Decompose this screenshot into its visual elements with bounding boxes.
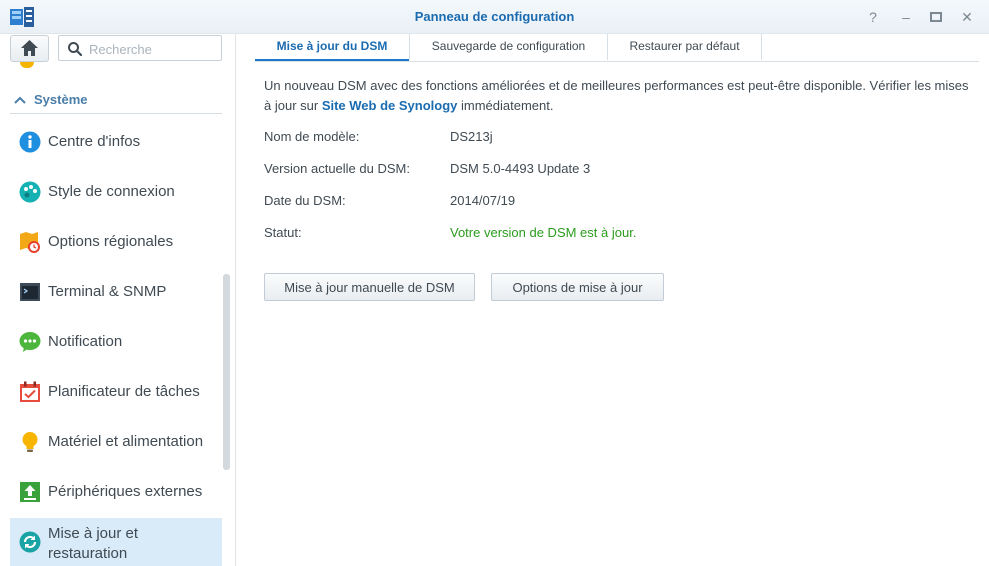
field-value: DS213j (450, 129, 493, 144)
section-divider (10, 113, 222, 114)
tab-sauvegarde-configuration[interactable]: Sauvegarde de configuration (410, 34, 607, 61)
field-status: Statut: Votre version de DSM est à jour. (264, 225, 964, 245)
minimize-icon[interactable]: – (897, 8, 915, 26)
tab-bar: Mise à jour du DSM Sauvegarde de configu… (255, 34, 979, 62)
home-button[interactable] (10, 35, 49, 62)
sidebar-item-centre-infos[interactable]: Centre d'infos (10, 118, 222, 166)
section-header-systeme[interactable]: Système (14, 92, 222, 114)
sidebar-item-notification[interactable]: Notification (10, 318, 222, 366)
field-label: Statut: (264, 225, 302, 240)
close-icon[interactable]: ✕ (958, 8, 976, 26)
section-label: Système (34, 92, 88, 107)
title-bar: Panneau de configuration ? – ✕ (0, 0, 989, 34)
help-icon[interactable]: ? (864, 8, 882, 26)
upload-box-icon (19, 481, 41, 503)
sidebar-item-label: Centre d'infos (48, 133, 141, 150)
window-title: Panneau de configuration (414, 9, 575, 24)
terminal-icon (19, 281, 41, 303)
home-icon (21, 40, 38, 56)
search-icon (67, 41, 83, 60)
sidebar-item-label: Notification (48, 333, 123, 350)
maximize-icon[interactable] (927, 8, 945, 26)
sidebar-item-mise-a-jour-restauration[interactable]: Mise à jour et restauration (10, 518, 222, 566)
sidebar-item-options-regionales[interactable]: Options régionales (10, 218, 222, 266)
sidebar-item-materiel-alimentation[interactable]: Matériel et alimentation (10, 418, 222, 466)
manual-update-button[interactable]: Mise à jour manuelle de DSM (264, 273, 475, 301)
search-input[interactable] (89, 40, 215, 58)
update-intro-text: Un nouveau DSM avec des fonctions amélio… (264, 76, 979, 116)
field-label: Date du DSM: (264, 193, 346, 208)
sidebar-item-terminal-snmp[interactable]: Terminal & SNMP (10, 268, 222, 316)
field-dsm-date: Date du DSM: 2014/07/19 (264, 193, 964, 213)
field-label: Nom de modèle: (264, 129, 360, 144)
field-value: DSM 5.0-4493 Update 3 (450, 161, 591, 176)
field-model-name: Nom de modèle: DS213j (264, 129, 964, 149)
field-label: Version actuelle du DSM: (264, 161, 410, 176)
info-icon (19, 131, 41, 153)
sidebar-item-label: Planificateur de tâches (48, 383, 200, 400)
lightbulb-icon (19, 431, 41, 453)
calendar-check-icon (19, 381, 41, 403)
sidebar-item-label: Style de connexion (48, 183, 175, 200)
chat-bubble-icon (19, 331, 41, 353)
chevron-up-icon (14, 92, 26, 107)
search-field[interactable] (58, 35, 222, 61)
sidebar-item-label: Mise à jour et restauration (48, 525, 139, 562)
status-text: Votre version de DSM est à jour. (450, 225, 637, 240)
field-dsm-version: Version actuelle du DSM: DSM 5.0-4493 Up… (264, 161, 964, 181)
sidebar-item-label: Terminal & SNMP (48, 283, 167, 300)
tab-mise-a-jour-dsm[interactable]: Mise à jour du DSM (255, 34, 409, 61)
map-clock-icon (19, 231, 41, 253)
sidebar-item-label: Options régionales (48, 233, 174, 250)
sidebar-item-style-connexion[interactable]: Style de connexion (10, 168, 222, 216)
tab-divider (761, 34, 762, 60)
sidebar-item-peripheriques-externes[interactable]: Périphériques externes (10, 468, 222, 516)
synology-website-link[interactable]: Site Web de Synology (322, 98, 458, 113)
sidebar-item-label: Matériel et alimentation (48, 433, 204, 450)
tab-restaurer-par-defaut[interactable]: Restaurer par défaut (608, 34, 761, 61)
palette-icon (19, 181, 41, 203)
update-options-button[interactable]: Options de mise à jour (491, 273, 664, 301)
field-value: 2014/07/19 (450, 193, 516, 208)
sidebar-item-planificateur[interactable]: Planificateur de tâches (10, 368, 222, 416)
intro-text-end: immédiatement. (457, 98, 554, 113)
sidebar-item-label: Périphériques externes (48, 483, 203, 500)
sidebar-scrollbar[interactable] (223, 274, 230, 470)
refresh-icon (19, 531, 41, 553)
